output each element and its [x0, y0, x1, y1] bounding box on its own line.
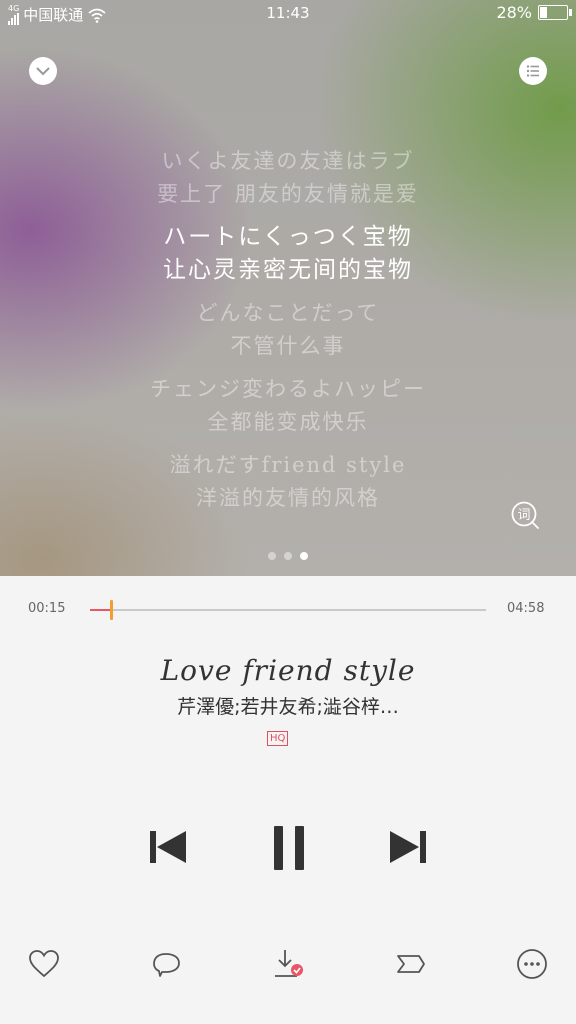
song-title: Love friend style: [160, 654, 416, 687]
quality-badge[interactable]: HQ: [267, 731, 289, 746]
heart-icon[interactable]: [26, 946, 62, 982]
seek-bar-fill: [90, 609, 111, 611]
more-icon[interactable]: [514, 946, 550, 982]
seek-bar[interactable]: [90, 600, 486, 620]
seek-thumb[interactable]: [109, 600, 113, 620]
album-background: 4G 中国联通 11:43 28% いくよ友達の友達はラブ 要上了 朋友的友情就…: [0, 0, 576, 576]
lyric-line-original: チェンジ変わるよハッピー: [150, 377, 426, 401]
lyric-line-group-current: ハートにくっつく宝物 让心灵亲密无间的宝物: [0, 221, 576, 287]
page-dot-active[interactable]: [300, 552, 308, 560]
clock: 11:43: [266, 4, 310, 22]
previous-icon[interactable]: [150, 830, 186, 864]
lyric-search-icon[interactable]: 词: [510, 500, 540, 530]
battery-icon: [538, 5, 572, 20]
artist-name[interactable]: 芹澤優;若井友希;澁谷梓…: [0, 692, 576, 719]
progress-row: 00:15 04:58: [0, 596, 576, 626]
lyric-line-group: いくよ友達の友達はラブ 要上了 朋友的友情就是爱: [0, 145, 576, 211]
elapsed-time: 00:15: [28, 601, 66, 616]
lyric-line-original: ハートにくっつく宝物: [163, 224, 413, 250]
pause-icon[interactable]: [274, 826, 304, 870]
share-icon[interactable]: [393, 946, 429, 982]
lyric-search-glyph: 词: [517, 508, 530, 523]
page-dot[interactable]: [268, 552, 276, 560]
download-icon[interactable]: [271, 946, 307, 982]
lyric-line-translation: 不管什么事: [230, 334, 346, 358]
lyric-line-original: いくよ友達の友達はラブ: [161, 149, 415, 173]
next-icon[interactable]: [390, 830, 426, 864]
lyric-line-translation: 让心灵亲密无间的宝物: [163, 257, 413, 283]
playlist-button[interactable]: [519, 57, 547, 85]
lyric-line-group: 溢れだすfriend style 洋溢的友情的风格: [0, 449, 576, 515]
comment-icon[interactable]: [148, 946, 184, 982]
lyric-line-group: チェンジ変わるよハッピー 全都能变成快乐: [0, 373, 576, 439]
lyric-line-translation: 全都能变成快乐: [207, 410, 369, 434]
lyric-line-translation: 要上了 朋友的友情就是爱: [157, 182, 419, 206]
collapse-button[interactable]: [29, 57, 57, 85]
total-time: 04:58: [507, 601, 545, 616]
status-bar: 4G 中国联通 11:43 28%: [0, 0, 576, 28]
lyrics-panel[interactable]: いくよ友達の友達はラブ 要上了 朋友的友情就是爱 ハートにくっつく宝物 让心灵亲…: [0, 145, 576, 525]
lyric-line-original: どんなことだって: [196, 301, 380, 325]
page-indicator: [268, 552, 308, 560]
lyric-line-original: 溢れだすfriend style: [169, 453, 407, 477]
battery-percent: 28%: [496, 3, 532, 22]
lyric-line-group: どんなことだって 不管什么事: [0, 297, 576, 363]
chevron-down-icon: [36, 67, 50, 76]
page-dot[interactable]: [284, 552, 292, 560]
lyric-line-translation: 洋溢的友情的风格: [196, 486, 380, 510]
playlist-icon: [526, 65, 539, 77]
